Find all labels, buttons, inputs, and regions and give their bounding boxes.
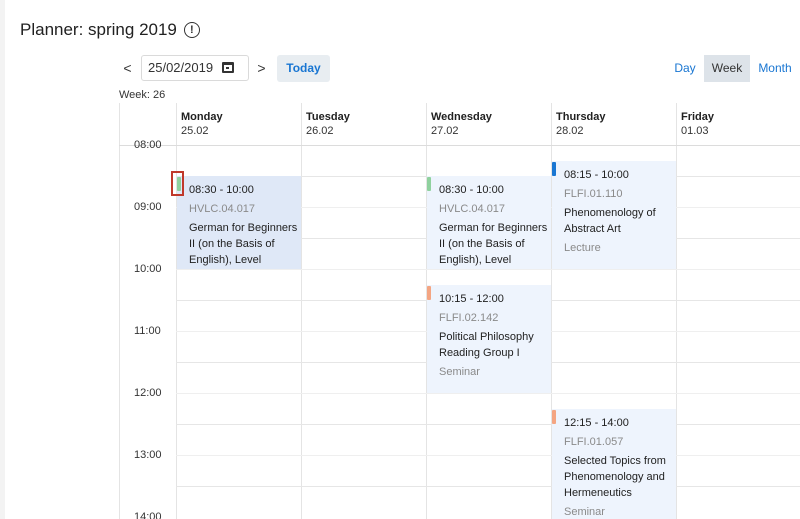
day-column-divider — [676, 103, 677, 519]
event-color-marker — [427, 286, 431, 300]
event-title: Phenomenology of Abstract Art — [564, 207, 656, 235]
event-title: German for Beginners II (on the Basis of… — [439, 222, 548, 266]
header-divider — [119, 145, 800, 146]
grid-left-border — [119, 103, 120, 519]
page-title-text: Planner: spring 2019 — [20, 20, 177, 39]
event-room: FLFI.01.057 — [564, 436, 624, 448]
event-type: Lecture — [564, 242, 601, 254]
time-label: 14:00 — [134, 511, 162, 519]
event-title: German for Beginners II (on the Basis of… — [189, 222, 298, 266]
event-room: FLFI.01.110 — [564, 188, 623, 200]
event-time: 08:30 - 10:00 — [189, 184, 254, 196]
view-day-button[interactable]: Day — [667, 55, 703, 82]
view-month-button[interactable]: Month — [752, 55, 798, 82]
day-name: Tuesday — [306, 111, 350, 123]
calendar-icon[interactable] — [222, 62, 234, 73]
day-date: 01.03 — [681, 125, 709, 137]
day-column-divider — [176, 103, 177, 519]
time-label: 12:00 — [134, 387, 162, 399]
event-political-philosophy[interactable]: 10:15 - 12:00 FLFI.02.142 Political Phil… — [427, 285, 551, 393]
day-header-friday: Friday 01.03 — [681, 110, 714, 138]
day-header-tuesday: Tuesday 26.02 — [306, 110, 350, 138]
info-icon[interactable]: ! — [183, 22, 200, 38]
event-selected-topics-phenomenology[interactable]: 12:15 - 14:00 FLFI.01.057 Selected Topic… — [552, 409, 676, 519]
today-button[interactable]: Today — [277, 55, 330, 82]
event-type: Seminar — [439, 366, 480, 378]
event-room: HVLC.04.017 — [439, 203, 506, 215]
event-phenomenology-abstract-art[interactable]: 08:15 - 10:00 FLFI.01.110 Phenomenology … — [552, 161, 676, 269]
event-german-monday[interactable]: 08:30 - 10:00 HVLC.04.017 German for Beg… — [177, 176, 301, 269]
grid-line — [176, 424, 800, 425]
day-name: Wednesday — [431, 111, 492, 123]
event-time: 08:15 - 10:00 — [564, 169, 629, 181]
grid-line — [176, 455, 800, 456]
day-header-thursday: Thursday 28.02 — [556, 110, 606, 138]
event-time: 12:15 - 14:00 — [564, 417, 629, 429]
day-name: Monday — [181, 111, 223, 123]
event-time: 10:15 - 12:00 — [439, 293, 504, 305]
event-german-wednesday[interactable]: 08:30 - 10:00 HVLC.04.017 German for Beg… — [427, 176, 551, 269]
time-label: 08:00 — [134, 139, 162, 151]
grid-line — [176, 393, 800, 394]
event-color-marker — [427, 177, 431, 191]
page-title: Planner: spring 2019 ! — [20, 20, 200, 40]
day-header-wednesday: Wednesday 27.02 — [431, 110, 492, 138]
grid-line — [176, 269, 800, 270]
day-header-monday: Monday 25.02 — [181, 110, 223, 138]
day-name: Thursday — [556, 111, 606, 123]
prev-week-button[interactable]: < — [119, 57, 136, 79]
day-date: 26.02 — [306, 125, 334, 137]
day-name: Friday — [681, 111, 715, 123]
week-number-label: Week: 26 — [119, 89, 166, 101]
event-title: Political Philosophy Reading Group I — [439, 331, 534, 359]
event-type: Seminar — [564, 506, 605, 518]
event-color-marker — [552, 410, 556, 424]
next-week-button[interactable]: > — [253, 57, 270, 79]
event-time: 08:30 - 10:00 — [439, 184, 504, 196]
time-label: 13:00 — [134, 449, 162, 461]
event-room: HVLC.04.017 — [189, 203, 256, 215]
day-date: 25.02 — [181, 125, 209, 137]
time-label: 09:00 — [134, 201, 162, 213]
day-date: 27.02 — [431, 125, 459, 137]
time-label: 11:00 — [134, 325, 161, 337]
left-edge — [0, 0, 5, 519]
selection-highlight — [171, 171, 184, 196]
time-label: 10:00 — [134, 263, 162, 275]
day-date: 28.02 — [556, 125, 584, 137]
event-color-marker — [552, 162, 556, 176]
view-week-button[interactable]: Week — [704, 55, 750, 82]
grid-line — [176, 486, 800, 487]
event-title: Selected Topics from Phenomenology and H… — [564, 455, 666, 499]
event-room: FLFI.02.142 — [439, 312, 499, 324]
day-column-divider — [301, 103, 302, 519]
